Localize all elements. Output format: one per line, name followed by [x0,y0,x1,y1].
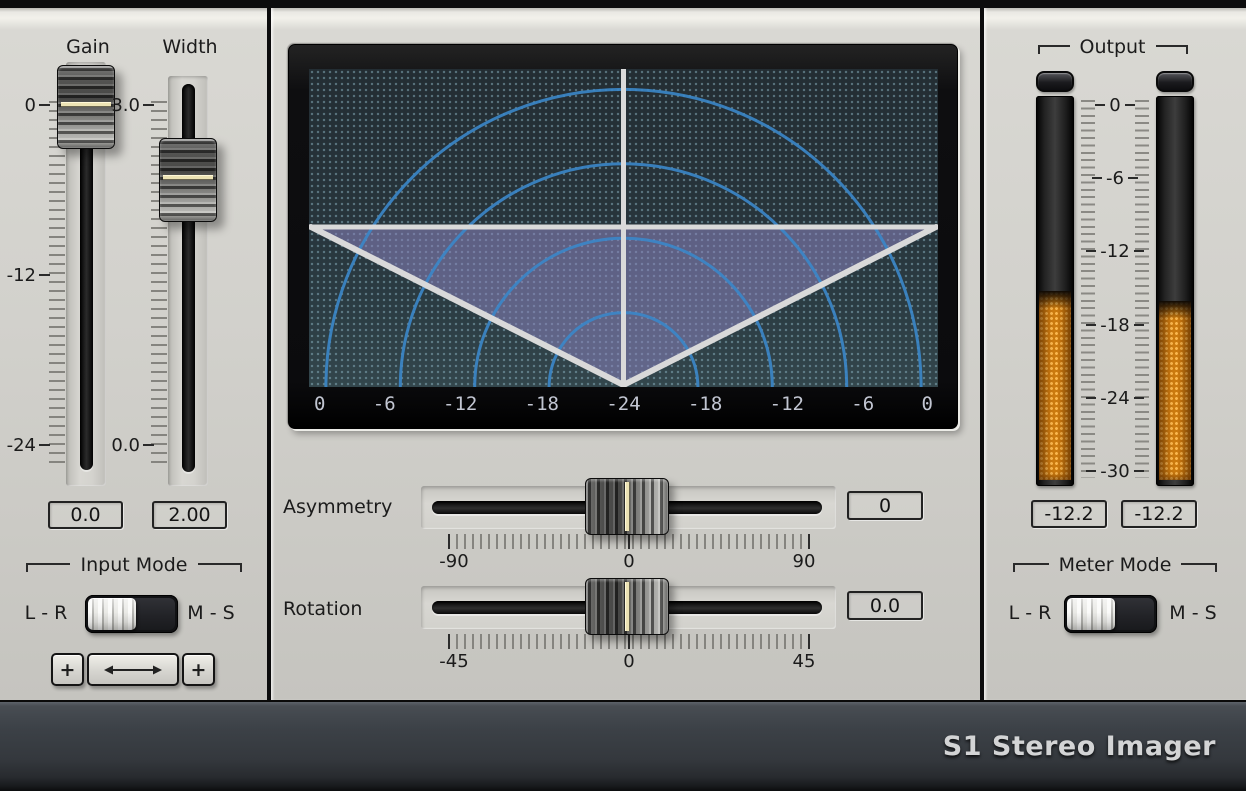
meter-scale-0: 0 [1076,96,1154,114]
input-mode-lr-label: L - R [18,602,74,624]
vectorscope-screen: 0 -6 -12 -18 -24 -18 -12 -6 0 [288,44,958,429]
toggle-handle[interactable] [1067,598,1115,630]
width-scale-0: 0.0 [102,437,154,453]
rotation-tick-marks [448,634,810,649]
meter-left-level [1039,291,1071,480]
gain-tick-marks [49,101,65,469]
output-header: Output [1020,38,1205,60]
meter-scale-12: -12 [1076,242,1154,260]
meter-scale-24: -24 [1076,389,1154,407]
input-mode-ms-label: M - S [183,602,239,624]
s1-stereo-imager-window: Gain Width 0 -12 -24 3.0 0.0 0.0 2.00 In… [0,0,1246,791]
display-section-panel: 0 -6 -12 -18 -24 -18 -12 -6 0 Asymmetry … [271,8,980,700]
meter-scale-18: -18 [1076,316,1154,334]
width-fader-knob[interactable] [159,138,217,222]
meter-mode-toggle[interactable] [1064,595,1157,633]
rotation-scale: -45 0 45 [448,651,810,671]
asymmetry-tick-marks [448,534,810,549]
meter-scale-6: -6 [1076,169,1154,187]
clip-led-right[interactable] [1156,71,1194,92]
output-section-panel: Output 0 -6 -12 -18 -24 -30 -12.2 -12.2 … [984,8,1246,700]
meter-ticks-right-column [1135,100,1149,478]
gain-scale-24: -24 [0,437,50,453]
gain-scale-0: 0 [0,97,50,113]
axis-lines [309,69,938,385]
output-meter-right [1156,96,1194,486]
input-mode-toggle[interactable] [85,595,178,633]
vectorscope-graphics [309,69,938,387]
rotation-slider-knob[interactable] [585,578,669,635]
width-scale-3: 3.0 [102,97,154,113]
vectorscope-db-scale: 0 -6 -12 -18 -24 -18 -12 -6 0 [309,393,938,419]
plugin-title-bar: S1 Stereo Imager [0,700,1246,791]
input-mode-header: Input Mode [14,556,254,578]
horizontal-arrow-icon [103,663,163,677]
rotation-label: Rotation [283,598,433,620]
gain-scale-12: -12 [0,267,50,283]
input-section-panel: Gain Width 0 -12 -24 3.0 0.0 0.0 2.00 In… [0,8,267,700]
toggle-handle[interactable] [88,598,136,630]
nudge-right-button[interactable]: + [182,653,215,686]
asymmetry-value-box[interactable]: 0 [847,491,923,520]
meter-scale-30: -30 [1076,462,1154,480]
rotation-value-box[interactable]: 0.0 [847,591,923,620]
meter-mode-ms-label: M - S [1165,602,1221,624]
clip-led-left[interactable] [1036,71,1074,92]
output-meter-left [1036,96,1074,486]
meter-right-level [1159,301,1191,480]
width-label: Width [150,36,230,58]
width-value-box[interactable]: 2.00 [152,501,227,529]
pan-range-button[interactable] [87,653,179,686]
meter-ticks-left-column [1081,100,1095,478]
asymmetry-label: Asymmetry [283,496,433,518]
meter-left-value-box[interactable]: -12.2 [1031,500,1107,528]
vectorscope-grid [309,69,938,387]
meter-right-value-box[interactable]: -12.2 [1121,500,1197,528]
asymmetry-scale: -90 0 90 [448,551,810,571]
meter-mode-header: Meter Mode [1000,556,1230,578]
asymmetry-slider-knob[interactable] [585,478,669,535]
nudge-left-button[interactable]: + [51,653,84,686]
gain-value-box[interactable]: 0.0 [48,501,123,529]
plugin-title: S1 Stereo Imager [943,731,1216,762]
gain-label: Gain [48,36,128,58]
meter-mode-lr-label: L - R [1002,602,1058,624]
